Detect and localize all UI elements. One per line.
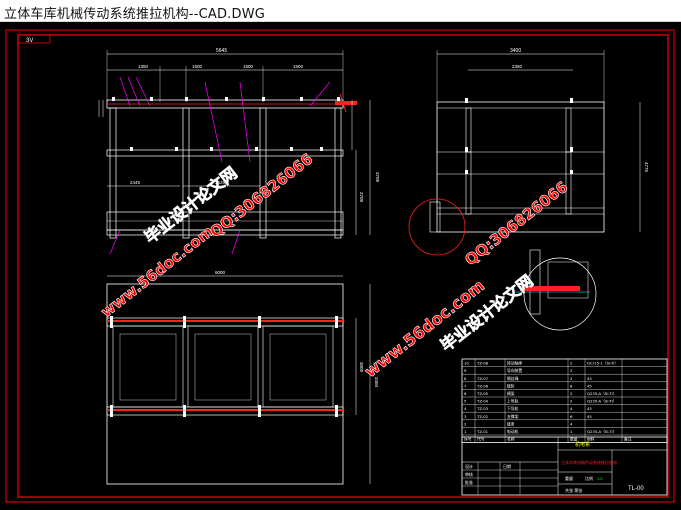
title-label-scale: 比例 <box>585 475 593 481</box>
bom-cell: 2 <box>570 391 573 396</box>
bom-cell: 4 <box>570 406 573 411</box>
bom-cell: 支撑架 <box>507 414 519 419</box>
dim-seg-2: 1500 <box>192 64 203 69</box>
bom-cell: TZ-08 <box>476 361 489 366</box>
bom-cell: 2 <box>570 399 573 404</box>
bom-cell: 8 <box>570 383 573 388</box>
title-label-date: 日期 <box>503 463 511 469</box>
bom-cell: 10 <box>464 361 469 366</box>
title-label-check: 审核 <box>465 471 473 477</box>
bom-cell: Q235-A（Si-Ti） <box>587 399 616 404</box>
dim-seg-3: 1500 <box>243 64 254 69</box>
bom-cell: TZ-06 <box>476 383 489 388</box>
bom-cell: 2 <box>464 421 467 426</box>
title-drawing-no: TL-00 <box>628 486 644 492</box>
title-label-design: 设计 <box>465 463 473 469</box>
bom-cell: 6 <box>570 414 573 419</box>
bom-cell: 4 <box>464 406 467 411</box>
dim-left-height-2: 3708 <box>359 192 364 203</box>
bom-cell: 3 <box>464 414 467 419</box>
cad-canvas[interactable]: 3V 5645 1350 1500 1500 1500 3708 3708 24… <box>0 22 681 510</box>
bom-cell: 导向装置 <box>507 368 522 373</box>
bom-cell: 转动轴承 <box>507 361 522 366</box>
bom-cell: 9 <box>464 368 467 373</box>
bom-cell: 2 <box>570 361 573 366</box>
bom-cell: 1 <box>464 429 467 434</box>
window-title: 立体车库机械传动系统推拉机构--CAD.DWG <box>4 7 266 22</box>
bom-cell: Q235-A（Si-Ti） <box>587 429 616 434</box>
dim-mid-span-left: 2445 <box>130 180 141 185</box>
bom-cell: 45 <box>587 406 592 411</box>
dim-left-height-1: 3708 <box>375 172 380 183</box>
bom-cell: 6 <box>464 391 467 396</box>
dim-seg-1: 1350 <box>138 64 149 69</box>
bom-cell: 45 <box>587 414 592 419</box>
bom-cell: 1 <box>570 429 573 434</box>
bom-cell: 5 <box>464 399 467 404</box>
bom-cell: 7 <box>464 383 467 388</box>
bom-cell: TZ-03 <box>476 406 489 411</box>
bom-cell: TZ-07 <box>476 376 489 381</box>
bom-cell: 45 <box>587 376 592 381</box>
dim-top-right: 3400 <box>510 48 521 54</box>
title-school: 机电系 <box>575 441 590 448</box>
bom-cell: 2 <box>570 368 573 373</box>
bom-cell: 电动机 <box>507 429 519 434</box>
window-titlebar: 立体车库机械传动系统推拉机构--CAD.DWG <box>0 0 681 22</box>
bom-cell: 上导轨 <box>507 399 519 404</box>
dim-top-overall: 5645 <box>216 48 227 54</box>
title-label-sheet: 共张 第张 <box>565 487 582 493</box>
corner-tag: 3V <box>26 38 33 44</box>
top-view: 6000 3450 3008 <box>106 270 379 485</box>
corner-tag-box <box>17 34 51 44</box>
bom-table: 10 TZ-08 转动轴承 2 GCr15-1（Si-Ti） 9 导向装置 2 8 TZ-07 钢丝… <box>461 358 668 443</box>
bom-cell: 下导轨 <box>507 406 519 411</box>
cad-drawing-svg[interactable]: 3V 5645 1350 1500 1500 1500 3708 3708 24… <box>0 22 681 510</box>
bom-cell: TZ-05 <box>476 391 489 396</box>
bom-cell: TZ-01 <box>476 429 489 434</box>
bom-cell: 45 <box>587 383 592 388</box>
dim-bottom-width: 6000 <box>215 270 226 275</box>
bom-cell: 链条 <box>507 421 515 426</box>
title-block: 机电系 立体车库机械传动系统推拉机构 TL-00 1:5 设计 审核 批准 日期… <box>461 436 668 496</box>
dim-seg-4: 1500 <box>293 64 304 69</box>
watermark-5: QQ:306826066 <box>461 178 571 269</box>
bom-cell: 钢丝绳 <box>507 376 519 381</box>
title-label-approve: 批准 <box>465 479 473 485</box>
watermark-3: QQ:306826066 <box>206 150 316 241</box>
title-label-weight: 重量 <box>565 475 573 481</box>
bom-cell: TZ-04 <box>476 399 489 404</box>
dim-right-height: 4775 <box>644 162 649 173</box>
bom-cell: 4 <box>570 421 573 426</box>
bom-cell: Q235-A（Si-Ti） <box>587 391 616 396</box>
bom-cell: TZ-02 <box>476 414 489 419</box>
bom-cell: GCr15-1（Si-Ti） <box>587 361 618 366</box>
bom-cell: 横梁 <box>507 391 515 396</box>
title-scale: 1:5 <box>597 476 603 481</box>
watermarks: 毕业设计论文网 www.56doc.com QQ:306826066 www.5… <box>97 149 572 381</box>
bom-cell: 8 <box>464 376 467 381</box>
bom-cell: 2 <box>570 376 573 381</box>
dim-top-right-inner: 2350 <box>512 64 523 69</box>
bom-cell: 链轮 <box>507 383 515 388</box>
bom-border <box>461 358 668 443</box>
title-drawing-title: 立体车库机械传动系统推拉机构 <box>561 459 617 465</box>
